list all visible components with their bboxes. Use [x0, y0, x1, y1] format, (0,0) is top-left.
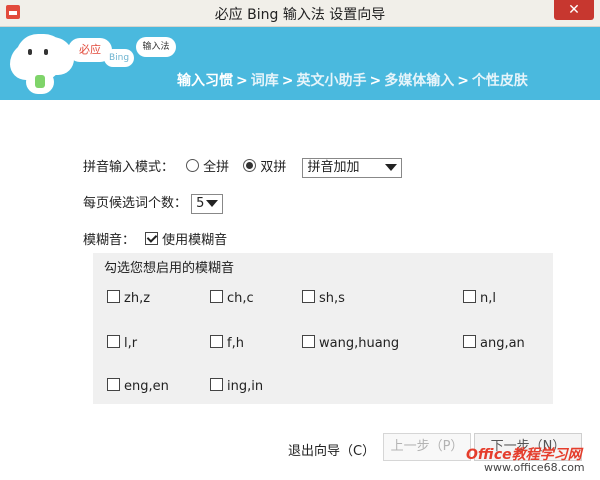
option-label: zh,z: [124, 291, 151, 306]
candidates-row: 每页候选词个数： 5: [83, 192, 224, 214]
candidates-select[interactable]: 5: [191, 193, 224, 214]
checkbox[interactable]: [463, 335, 476, 348]
checkbox[interactable]: [210, 335, 223, 348]
option-label: sh,s: [319, 291, 345, 306]
option-label: f,h: [227, 336, 244, 351]
option-label: ang,an: [480, 336, 525, 351]
setup-banner: 必应 Bing 输入法 输入习惯 > 词库 > 英文小助手 > 多媒体输入 > 个性皮肤: [0, 27, 600, 100]
checkbox[interactable]: [302, 335, 315, 348]
fuzzy-option-f-h[interactable]: f,h: [210, 335, 244, 351]
step-input-habit: 输入习惯: [177, 73, 233, 89]
mascot-eye: [44, 49, 48, 55]
candidates-value: 5: [196, 195, 205, 211]
bubble-bing: Bing: [104, 49, 134, 67]
fuzzy-option-wang-huang[interactable]: wang,huang: [302, 335, 399, 351]
step-skin: 个性皮肤: [471, 73, 528, 89]
step-dictionary: 词库: [250, 73, 279, 89]
pinyin-mode-row: 拼音输入模式： 全拼 双拼 拼音加加: [83, 156, 403, 178]
quanpin-radio-group[interactable]: 全拼: [186, 159, 229, 175]
step-english-helper: 英文小助手: [296, 73, 367, 89]
fuzzy-option-n-l[interactable]: n,l: [463, 290, 496, 306]
exit-wizard-link[interactable]: 退出向导（C）: [288, 440, 375, 459]
fuzzy-panel-title: 勾选您想启用的模糊音: [104, 261, 235, 276]
shuangpin-scheme-select[interactable]: 拼音加加: [302, 157, 403, 178]
watermark-url: www.office68.com: [484, 461, 585, 474]
fuzzy-option-ang-an[interactable]: ang,an: [463, 335, 525, 351]
quanpin-radio[interactable]: [186, 159, 200, 172]
fuzzy-options-panel: 勾选您想启用的模糊音 zh,z ch,c sh,s n,l l,r f,h wa…: [93, 253, 553, 404]
title-bar: 必应 Bing 输入法 设置向导 ✕: [0, 0, 600, 27]
fuzzy-row: 模糊音： 使用模糊音: [83, 229, 227, 248]
shuangpin-radio-group[interactable]: 双拼: [243, 159, 286, 175]
bubble-input: 输入法: [136, 37, 176, 57]
previous-button[interactable]: 上一步（P）: [383, 433, 471, 461]
step-separator: >: [369, 73, 382, 89]
fuzzy-option-zh-z[interactable]: zh,z: [107, 290, 150, 306]
chevron-down-icon: [385, 163, 398, 171]
mascot-eye: [28, 49, 32, 55]
step-separator: >: [457, 73, 469, 89]
shuangpin-label[interactable]: 双拼: [260, 160, 286, 175]
window-title: 必应 Bing 输入法 设置向导: [214, 7, 386, 23]
fuzzy-option-ch-c[interactable]: ch,c: [210, 290, 254, 306]
checkbox[interactable]: [107, 290, 120, 303]
fuzzy-label: 模糊音：: [83, 233, 136, 248]
fuzzy-option-eng-en[interactable]: eng,en: [107, 378, 169, 394]
option-label: wang,huang: [319, 336, 400, 351]
shuangpin-radio[interactable]: [243, 159, 257, 172]
shuangpin-scheme-value: 拼音加加: [307, 159, 360, 175]
candidates-label: 每页候选词个数：: [83, 196, 188, 211]
option-label: eng,en: [124, 379, 169, 394]
chevron-down-icon: [206, 199, 219, 207]
checkbox[interactable]: [210, 290, 223, 303]
fuzzy-option-ing-in[interactable]: ing,in: [210, 378, 263, 394]
option-label: n,l: [480, 291, 496, 306]
checkbox[interactable]: [302, 290, 315, 303]
pinyin-mode-label: 拼音输入模式：: [83, 160, 175, 175]
step-separator: >: [236, 73, 248, 89]
checkbox[interactable]: [463, 290, 476, 303]
checkbox[interactable]: [107, 378, 120, 391]
close-button[interactable]: ✕: [554, 0, 594, 20]
option-label: l,r: [124, 336, 138, 351]
fuzzy-option-sh-s[interactable]: sh,s: [302, 290, 345, 306]
fuzzy-option-l-r[interactable]: l,r: [107, 335, 137, 351]
checkbox[interactable]: [107, 335, 120, 348]
quanpin-label[interactable]: 全拼: [203, 160, 229, 175]
wizard-steps: 输入习惯 > 词库 > 英文小助手 > 多媒体输入 > 个性皮肤: [177, 70, 528, 90]
fuzzy-enable-checkbox[interactable]: [145, 232, 159, 245]
step-multimedia: 多媒体输入: [384, 73, 455, 89]
checkbox[interactable]: [210, 378, 223, 391]
mascot-cloud: [16, 34, 66, 72]
step-separator: >: [281, 73, 294, 89]
fuzzy-enable-label[interactable]: 使用模糊音: [162, 233, 227, 248]
option-label: ing,in: [227, 379, 264, 394]
option-label: ch,c: [227, 291, 254, 306]
mascot-badge: [35, 75, 45, 88]
